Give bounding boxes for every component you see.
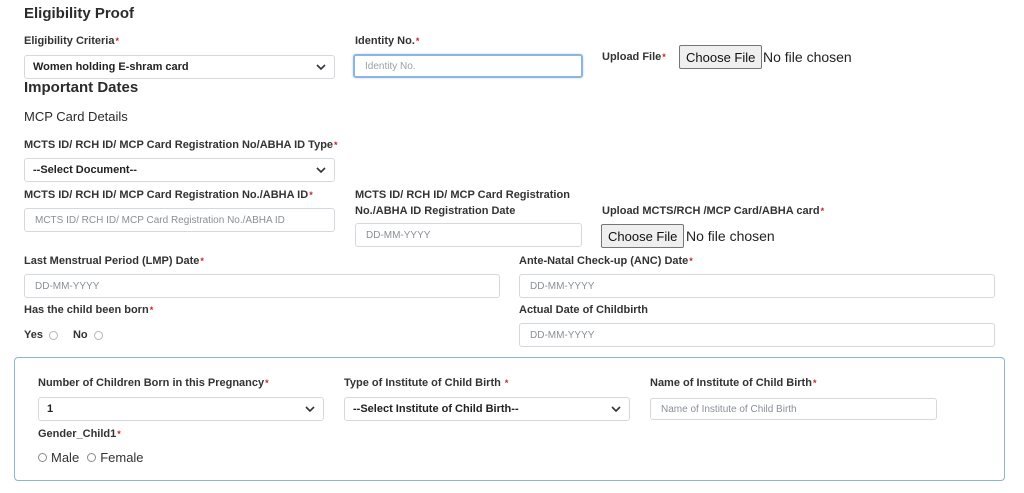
mcp-no-file-chosen-text: No file chosen: [686, 228, 775, 244]
mcp-id-type-select[interactable]: --Select Document--: [24, 158, 335, 182]
mcp-id-label: MCTS ID/ RCH ID/ MCP Card Registration N…: [24, 189, 313, 201]
lmp-date-input[interactable]: DD-MM-YYYY: [24, 274, 500, 298]
female-radio[interactable]: [87, 453, 97, 462]
gender-radio-group: Male Female: [38, 450, 144, 465]
anc-date-label: Ante-Natal Check-up (ANC) Date*: [519, 255, 693, 267]
child-born-label: Has the child been born*: [24, 304, 154, 316]
mcp-id-input[interactable]: MCTS ID/ RCH ID/ MCP Card Registration N…: [24, 208, 335, 232]
required-mark: *: [812, 378, 817, 388]
identity-no-input[interactable]: Identity No.: [353, 54, 583, 78]
required-mark: *: [200, 256, 204, 266]
anc-date-input[interactable]: DD-MM-YYYY: [519, 274, 995, 298]
required-mark: *: [415, 36, 420, 46]
eligibility-criteria-label: Eligibility Criteria*: [24, 35, 119, 47]
mcp-reg-date-label: MCTS ID/ RCH ID/ MCP Card Registration N…: [355, 189, 570, 217]
mcp-id-type-label: MCTS ID/ RCH ID/ MCP Card Registration N…: [24, 139, 338, 151]
mcp-reg-date-input[interactable]: DD-MM-YYYY: [355, 223, 582, 247]
actual-childbirth-label: Actual Date of Childbirth: [519, 304, 648, 316]
male-radio[interactable]: [38, 453, 47, 462]
upload-mcp-card-label: Upload MCTS/RCH /MCP Card/ABHA card*: [602, 205, 825, 217]
yes-label: Yes: [24, 329, 43, 341]
mcp-card-details-title: MCP Card Details: [24, 109, 128, 124]
important-dates-title: Important Dates: [24, 79, 139, 96]
eligibility-criteria-select[interactable]: Women holding E-shram card: [24, 55, 335, 79]
no-file-chosen-text: No file chosen: [763, 49, 852, 65]
institute-type-select[interactable]: --Select Institute of Child Birth--: [344, 397, 630, 421]
required-mark: *: [117, 429, 121, 439]
required-mark: *: [689, 256, 693, 266]
no-label: No: [72, 329, 88, 341]
actual-childbirth-date-input[interactable]: DD-MM-YYYY: [519, 323, 995, 347]
institute-type-label: Type of Institute of Child Birth *: [344, 377, 509, 389]
male-label: Male: [51, 450, 80, 465]
identity-no-label: Identity No.*: [355, 35, 420, 47]
lmp-date-label: Last Menstrual Period (LMP) Date*: [24, 255, 204, 267]
choose-mcp-card-file-button[interactable]: Choose File: [601, 224, 685, 248]
gender-child1-label: Gender_Child1*: [38, 428, 121, 440]
required-mark: *: [504, 378, 509, 388]
required-mark: *: [334, 140, 338, 150]
required-mark: *: [115, 36, 119, 46]
required-mark: *: [149, 305, 154, 315]
upload-file-label: Upload File*: [602, 51, 666, 63]
no-radio[interactable]: [93, 330, 103, 340]
child-born-radio-group: Yes No: [24, 329, 103, 341]
required-mark: *: [265, 378, 269, 388]
yes-radio[interactable]: [48, 330, 58, 340]
female-label: Female: [100, 450, 144, 465]
required-mark: *: [309, 190, 313, 200]
chevron-down-icon: [305, 406, 315, 413]
required-mark: *: [662, 52, 666, 62]
chevron-down-icon: [611, 406, 621, 413]
num-children-select[interactable]: 1: [38, 397, 324, 421]
institute-name-input[interactable]: Name of Institute of Child Birth: [650, 398, 937, 420]
num-children-label: Number of Children Born in this Pregnanc…: [38, 377, 269, 389]
institute-name-label: Name of Institute of Child Birth*: [650, 377, 817, 389]
chevron-down-icon: [316, 64, 326, 71]
required-mark: *: [820, 206, 825, 216]
choose-file-button[interactable]: Choose File: [679, 45, 763, 69]
eligibility-title: Eligibility Proof: [24, 5, 135, 22]
chevron-down-icon: [316, 167, 326, 174]
